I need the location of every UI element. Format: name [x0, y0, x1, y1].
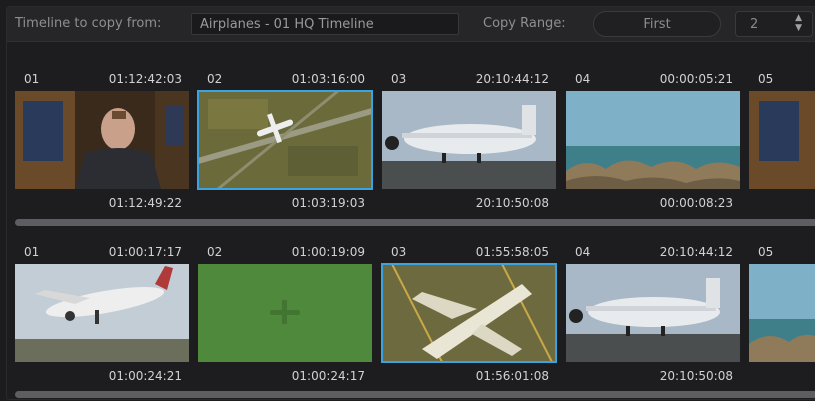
clip-card[interactable]: 01 01:00:17:17 01:00:24:21 — [15, 245, 191, 395]
clip-thumbnail[interactable] — [15, 264, 189, 362]
clip-timecode-in: 00:00:05:21 — [659, 72, 733, 86]
clip-timecode-out: 20:10:50:08 — [475, 196, 549, 210]
clip-thumbnail[interactable] — [382, 91, 556, 189]
timeline-select[interactable]: Airplanes - 01 HQ Timeline — [191, 13, 459, 35]
clip-number: 01 — [24, 245, 40, 259]
clip-card[interactable]: 02 01:03:16:00 01:03:19:03 — [197, 72, 374, 222]
clip-thumbnail[interactable] — [749, 91, 815, 189]
clip-timecode-out: 01:03:19:03 — [291, 196, 365, 210]
clip-number: 05 — [758, 245, 774, 259]
clip-number: 02 — [207, 245, 223, 259]
clip-thumbnail[interactable] — [198, 264, 372, 362]
clip-card[interactable]: 04 20:10:44:12 20:10:50:08 — [566, 245, 742, 395]
clip-card[interactable]: 03 01:55:58:05 01:56:01:08 — [381, 245, 558, 395]
clip-number: 03 — [391, 72, 407, 86]
count-stepper[interactable]: 2 ▲ ▼ — [735, 11, 813, 37]
clip-timecode-in: 01:00:17:17 — [108, 245, 182, 259]
timeline-label: Timeline to copy from: — [15, 16, 162, 31]
clip-card[interactable]: 02 01:00:19:09 01:00:24:17 — [198, 245, 374, 395]
clip-timecode-in: 01:55:58:05 — [475, 245, 549, 259]
clip-card[interactable]: 01 01:12:42:03 01:12:49:22 — [15, 72, 191, 222]
clip-thumbnail[interactable] — [749, 264, 815, 362]
copy-grade-panel: Timeline to copy from: Airplanes - 01 HQ… — [6, 6, 815, 400]
clip-timecode-out: 01:00:24:21 — [108, 369, 182, 383]
clip-card[interactable]: 05 — [749, 245, 815, 395]
count-value: 2 — [750, 17, 759, 32]
clip-timecode-out: 01:12:49:22 — [108, 196, 182, 210]
chevron-up-icon[interactable]: ▲ — [795, 13, 802, 23]
clip-thumbnail[interactable] — [566, 264, 740, 362]
panel-header: Timeline to copy from: Airplanes - 01 HQ… — [7, 7, 815, 42]
clip-timecode-in: 01:12:42:03 — [108, 72, 182, 86]
clip-card[interactable]: 05 — [749, 72, 815, 222]
clip-number: 01 — [24, 72, 40, 86]
horizontal-scrollbar[interactable] — [15, 219, 815, 226]
clip-timecode-in: 20:10:44:12 — [475, 72, 549, 86]
clip-timecode-out: 01:56:01:08 — [475, 369, 549, 383]
copy-range-button[interactable]: First — [593, 11, 721, 37]
clip-thumbnail[interactable] — [566, 91, 740, 189]
stepper-arrows[interactable]: ▲ ▼ — [795, 13, 802, 33]
chevron-down-icon[interactable]: ▼ — [795, 23, 802, 33]
clip-thumbnail[interactable] — [197, 90, 373, 190]
copy-range-label: Copy Range: — [483, 16, 566, 31]
clip-timecode-out: 20:10:50:08 — [659, 369, 733, 383]
clip-number: 03 — [391, 245, 407, 259]
clip-thumbnail[interactable] — [15, 91, 189, 189]
clip-number: 05 — [758, 72, 774, 86]
clip-timecode-out: 00:00:08:23 — [659, 196, 733, 210]
clip-card[interactable]: 03 20:10:44:12 20:10:50:08 — [382, 72, 558, 222]
clip-timecode-in: 01:03:16:00 — [291, 72, 365, 86]
clip-timecode-out: 01:00:24:17 — [291, 369, 365, 383]
clip-thumbnail[interactable] — [381, 263, 557, 363]
clip-number: 02 — [207, 72, 223, 86]
clip-strip-1: 01 01:12:42:03 01:12:49:22 02 01:03:16:0… — [7, 72, 815, 226]
horizontal-scrollbar[interactable] — [15, 391, 815, 398]
clip-card[interactable]: 04 00:00:05:21 00:00:08:23 — [566, 72, 742, 222]
clip-timecode-in: 01:00:19:09 — [291, 245, 365, 259]
clip-strip-2: 01 01:00:17:17 01:00:24:21 02 01:00:19:0… — [7, 245, 815, 398]
clip-timecode-in: 20:10:44:12 — [659, 245, 733, 259]
clip-number: 04 — [575, 72, 591, 86]
clip-number: 04 — [575, 245, 591, 259]
